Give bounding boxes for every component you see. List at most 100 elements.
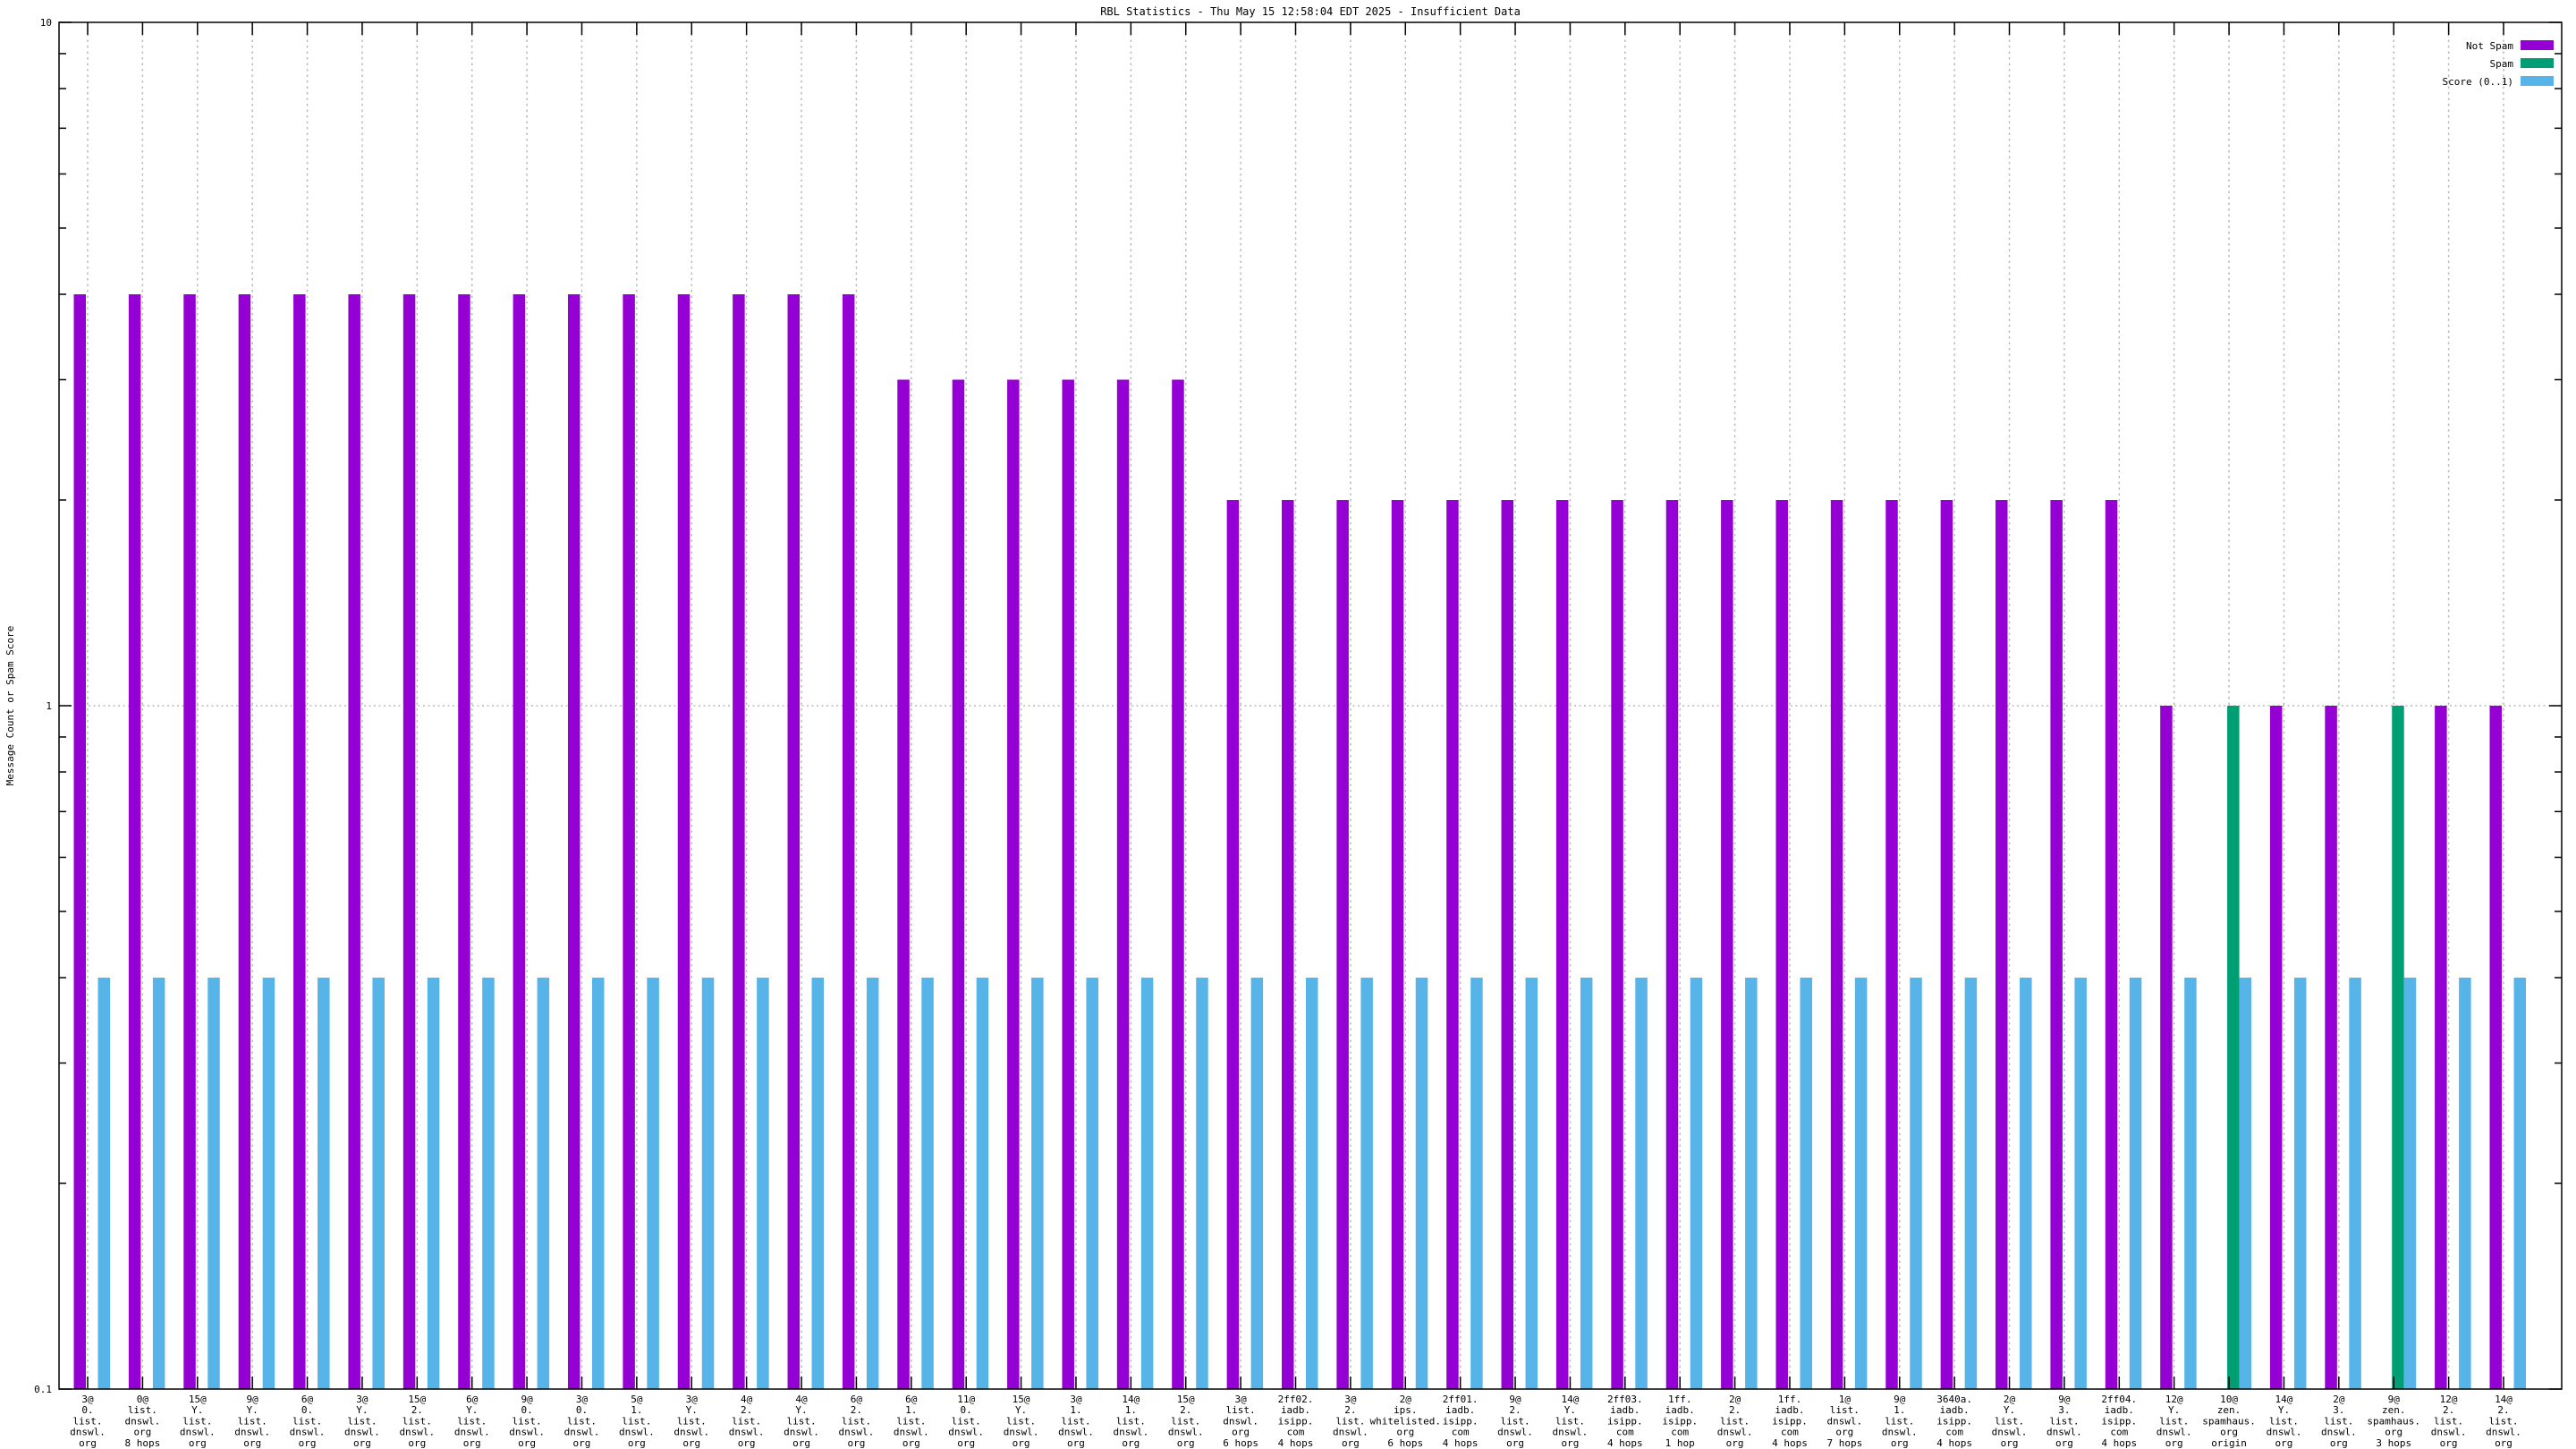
bar-score [647, 978, 659, 1389]
x-category-label: 9@ zen. spamhaus. org 3 hops [2367, 1394, 2420, 1449]
x-category-label: 2@Y.list.dnswl.org2 hops [1992, 1394, 2028, 1449]
bar-spam [2392, 706, 2404, 1389]
bar-score [1140, 978, 1154, 1389]
x-category-label: 11@0.list.dnswl.org3 hops [948, 1394, 984, 1449]
bar-not-spam [128, 294, 141, 1390]
bar-not-spam [1391, 500, 1404, 1389]
bar-score [97, 978, 110, 1389]
x-category-label: 3@Y.list.dnswl.org8 hops [674, 1394, 709, 1449]
bar-score [1525, 978, 1538, 1389]
x-category-label: 14@Y.list.dnswl.org5 hops [1553, 1394, 1589, 1449]
bar-not-spam [677, 294, 691, 1390]
x-category-label: 3@2.list.dnswl.org6 hops [1333, 1394, 1368, 1449]
bar-score [757, 978, 769, 1389]
legend-swatch-not-spam [2521, 40, 2554, 50]
bar-not-spam [2160, 706, 2173, 1389]
x-category-label: 9@3.list.dnswl.org6 hops [2046, 1394, 2082, 1449]
bar-score [318, 978, 330, 1389]
bar-not-spam [348, 294, 360, 1390]
legend-swatch-score [2521, 76, 2554, 86]
x-category-label: 1@ list. dnswl. org 7 hops [1826, 1394, 1862, 1449]
bar-spam [2227, 706, 2240, 1389]
x-category-label: 12@Y.list.dnswl.org1 hop [2157, 1394, 2192, 1449]
x-category-label: 2@ ips. whitelisted. org 6 hops [1370, 1394, 1441, 1449]
x-category-label: 9@Y.list.dnswl.org7 hops [234, 1394, 270, 1449]
x-category-label: 15@Y.list.dnswl.org6 hops [1004, 1394, 1039, 1449]
bar-score [976, 978, 989, 1389]
x-category-label: 6@2.list.dnswl.org6 hops [839, 1394, 875, 1449]
bar-not-spam [2489, 706, 2502, 1389]
bar-score [1800, 978, 1812, 1389]
bar-score [1854, 978, 1868, 1389]
x-category-label: 6@Y.list.dnswl.org6 hops [454, 1394, 490, 1449]
legend-swatch-spam [2521, 58, 2554, 68]
bar-not-spam [513, 294, 526, 1390]
legend: Not Spam Spam Score (0..1) [2443, 40, 2554, 88]
bar-score [2459, 978, 2471, 1389]
bar-not-spam [402, 294, 416, 1390]
legend-label-score: Score (0..1) [2443, 76, 2513, 88]
bar-score [1910, 978, 1922, 1389]
bar-score [2349, 978, 2361, 1389]
bar-not-spam [1885, 500, 1898, 1389]
bar-score [2184, 978, 2197, 1389]
bar-score [208, 978, 220, 1389]
x-category-label: 6@1.list.dnswl.org3 hops [894, 1394, 929, 1449]
x-category-label: 9@2.list.dnswl.org7 hops [1497, 1394, 1533, 1449]
rbl-statistics-page: 3@0.list.dnswl.org7 hops 0@list.dnswl.org… [0, 0, 2576, 1449]
bar-not-spam [2269, 706, 2283, 1389]
x-category-label: 2@3.list.dnswl.org1 hop [2321, 1394, 2357, 1449]
y-tick-label-0.1: 0.1 [34, 1384, 52, 1395]
plot-area: 3@0.list.dnswl.org7 hops 0@list.dnswl.org… [58, 21, 2563, 1449]
x-category-label: 2ff03. iadb. isipp. com 4 hops [1607, 1394, 1643, 1449]
bar-score [2513, 978, 2526, 1389]
bar-score [1031, 978, 1044, 1389]
x-category-label: 3@1.list.dnswl.orgorigin [1058, 1394, 1094, 1449]
bar-not-spam [1611, 500, 1623, 1389]
bar-not-spam [2325, 706, 2337, 1389]
bar-not-spam [952, 379, 965, 1389]
bar-not-spam [183, 294, 196, 1390]
x-category-label: 10@ zen. spamhaus. org origin [2202, 1394, 2256, 1449]
bar-not-spam [1721, 500, 1733, 1389]
bar-not-spam [1775, 500, 1788, 1389]
bar-not-spam [1116, 379, 1130, 1389]
bar-score [1086, 978, 1098, 1389]
x-category-label: 14@2.list.dnswl.org3 hops [2486, 1394, 2521, 1449]
x-category-label: 15@2.list.dnswl.org7 hops [399, 1394, 435, 1449]
rbl-statistics-chart: 3@0.list.dnswl.org7 hops 0@list.dnswl.org… [4, 5, 2563, 1449]
chart-title: RBL Statistics - Thu May 15 12:58:04 EDT… [1100, 5, 1521, 18]
bar-not-spam [1062, 379, 1074, 1389]
bar-not-spam [1501, 500, 1514, 1389]
bar-not-spam [1172, 379, 1184, 1389]
x-category-label: 12@2.list.dnswl.org1 hop [2431, 1394, 2467, 1449]
bar-score [2074, 978, 2087, 1389]
x-category-label: 15@2.list.dnswl.org6 hops [1168, 1394, 1204, 1449]
bar-not-spam [238, 294, 251, 1390]
x-category-label: 3640a. iadb. isipp. com 4 hops [1936, 1394, 1972, 1449]
bar-not-spam [1446, 500, 1459, 1389]
bar-score [1964, 978, 1978, 1389]
x-category-label: 0@ list. dnswl. org 8 hops [125, 1394, 161, 1449]
bar-score [866, 978, 879, 1389]
x-category-label: 3@0.list.dnswl.org8 hops [564, 1394, 600, 1449]
x-category-label: 6@0.list.dnswl.org3 hops [290, 1394, 326, 1449]
bar-not-spam [458, 294, 470, 1390]
bar-not-spam [2050, 500, 2063, 1389]
bar-score [1360, 978, 1373, 1389]
legend-label-spam: Spam [2490, 58, 2514, 70]
bar-score [811, 978, 825, 1389]
bar-score [1580, 978, 1593, 1389]
x-category-label: 4@2.list.dnswl.org5 hops [729, 1394, 765, 1449]
bar-score [482, 978, 495, 1389]
x-category-label: 14@Y.list.dnswl.org3 hops [2267, 1394, 2302, 1449]
x-category-label: 3@0.list.dnswl.org7 hops [70, 1394, 106, 1449]
x-category-label: 2ff04. iadb. isipp. com 4 hops [2101, 1394, 2137, 1449]
bar-score [2403, 978, 2417, 1389]
bar-not-spam [1007, 379, 1020, 1389]
bar-not-spam [623, 294, 635, 1390]
bar-not-spam [1940, 500, 1953, 1389]
bar-score [537, 978, 550, 1389]
y-tick-label-10: 10 [40, 17, 52, 29]
x-category-label: 9@0.list.dnswl.org4 hops [509, 1394, 545, 1449]
